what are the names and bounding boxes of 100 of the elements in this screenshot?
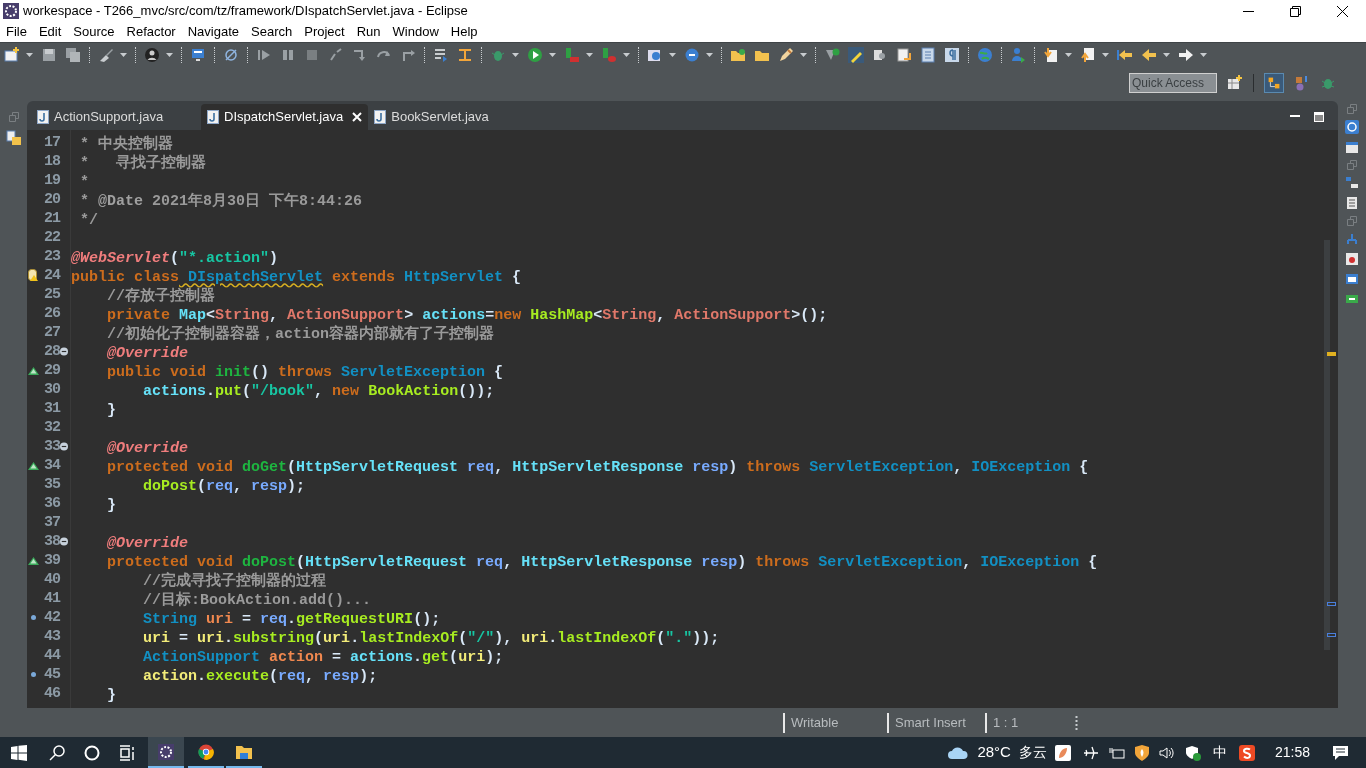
code-line: @Override bbox=[106, 535, 189, 552]
airplane-icon[interactable] bbox=[1082, 744, 1099, 761]
menu-item[interactable]: Run bbox=[356, 22, 381, 42]
occurrence-dot-icon[interactable] bbox=[31, 672, 36, 677]
fold-icon[interactable] bbox=[60, 442, 68, 451]
shield-icon[interactable] bbox=[1134, 744, 1149, 761]
code-line: public void init() throws ServletException { bbox=[106, 364, 504, 381]
progress-icon[interactable] bbox=[1345, 292, 1359, 306]
disconnect-icon[interactable] bbox=[328, 46, 344, 63]
sogou-icon[interactable] bbox=[1238, 744, 1255, 761]
quick-access-field[interactable]: Quick Access bbox=[1129, 73, 1217, 93]
menu-item[interactable]: Project bbox=[304, 22, 345, 42]
dropdown-caret-icon[interactable] bbox=[1102, 52, 1109, 57]
restore-icon[interactable] bbox=[1290, 5, 1301, 17]
next-annotation-icon[interactable] bbox=[1043, 46, 1059, 63]
menu-item[interactable]: Help bbox=[450, 22, 478, 42]
save-all-icon[interactable] bbox=[65, 46, 81, 63]
run-icon[interactable] bbox=[527, 46, 543, 63]
security-icon[interactable] bbox=[1184, 744, 1201, 761]
override-triangle-icon[interactable] bbox=[28, 366, 39, 375]
menu-item[interactable]: Refactor bbox=[126, 22, 176, 42]
dropdown-caret-icon[interactable] bbox=[1200, 52, 1207, 57]
whitespace-icon[interactable] bbox=[944, 46, 960, 63]
menu-item[interactable]: Window bbox=[392, 22, 439, 42]
drag-handle-icon[interactable] bbox=[1075, 715, 1078, 730]
cortana-icon[interactable] bbox=[84, 744, 100, 761]
task-view-icon[interactable] bbox=[119, 744, 135, 761]
clock-text[interactable]: 21:58 bbox=[1274, 742, 1310, 763]
fold-icon[interactable] bbox=[60, 537, 68, 546]
annotation-icon[interactable] bbox=[896, 46, 912, 63]
input-method-text[interactable]: 中 bbox=[1212, 742, 1227, 763]
block-select-icon[interactable] bbox=[920, 46, 936, 63]
editor-tab[interactable]: ActionSupport.java bbox=[31, 104, 201, 130]
warning-lightbulb-icon[interactable] bbox=[28, 269, 39, 282]
override-triangle-icon[interactable] bbox=[28, 461, 39, 470]
dropdown-caret-icon[interactable] bbox=[669, 52, 676, 57]
dropdown-caret-icon[interactable] bbox=[800, 52, 807, 57]
occurrence-marker[interactable] bbox=[1327, 633, 1336, 637]
dropdown-caret-icon[interactable] bbox=[706, 52, 713, 57]
dropdown-caret-icon[interactable] bbox=[623, 52, 630, 57]
dropdown-caret-icon[interactable] bbox=[586, 52, 593, 57]
search-icon[interactable] bbox=[49, 744, 65, 761]
dropdown-caret-icon[interactable] bbox=[512, 52, 519, 57]
open-perspective-icon[interactable] bbox=[1227, 75, 1243, 91]
forward-icon[interactable] bbox=[1178, 46, 1194, 63]
terminal-icon[interactable] bbox=[190, 46, 206, 63]
person-icon[interactable] bbox=[144, 46, 160, 63]
cloud-icon[interactable] bbox=[947, 745, 970, 760]
maximize-icon[interactable] bbox=[1314, 112, 1324, 122]
person-arrow-icon[interactable] bbox=[1010, 46, 1026, 63]
menu-item[interactable]: Edit bbox=[38, 22, 62, 42]
close-icon[interactable] bbox=[1337, 5, 1348, 17]
line-number: 25 bbox=[43, 285, 60, 304]
save-icon[interactable] bbox=[41, 46, 57, 63]
menu-item[interactable]: Source bbox=[73, 22, 115, 42]
skip-breakpoints-icon[interactable] bbox=[223, 46, 239, 63]
notification-icon[interactable] bbox=[1332, 744, 1349, 761]
app-tray-icon[interactable] bbox=[1054, 744, 1071, 761]
dropdown-caret-icon[interactable] bbox=[120, 52, 127, 57]
open-folder-icon[interactable] bbox=[730, 46, 746, 63]
highlight-icon[interactable] bbox=[848, 46, 864, 63]
step-filter-icon[interactable] bbox=[457, 46, 473, 63]
editor-tab[interactable]: BookServlet.java bbox=[368, 104, 539, 130]
menu-item[interactable]: Navigate bbox=[187, 22, 239, 42]
menu-item[interactable]: Search bbox=[251, 22, 293, 42]
brush-icon[interactable] bbox=[98, 46, 114, 63]
console-icon[interactable] bbox=[1345, 272, 1359, 286]
package-explorer-icon[interactable] bbox=[5, 130, 22, 146]
problems-icon[interactable] bbox=[1345, 252, 1359, 266]
code-line: @Override bbox=[106, 345, 189, 362]
dropdown-caret-icon[interactable] bbox=[549, 52, 556, 57]
globe-icon[interactable] bbox=[977, 46, 993, 63]
web-service-icon[interactable] bbox=[684, 46, 700, 63]
previous-annotation-icon[interactable] bbox=[1080, 46, 1096, 63]
new-icon[interactable] bbox=[4, 46, 20, 63]
warning-marker[interactable] bbox=[1327, 352, 1336, 356]
java-perspective-icon[interactable] bbox=[1264, 73, 1284, 93]
outline-icon[interactable] bbox=[1345, 176, 1359, 190]
windows-start-icon[interactable] bbox=[11, 744, 27, 761]
eclipse-taskbar-button[interactable] bbox=[148, 737, 184, 768]
code-line: //初始化子控制器容器，action容器内部就有了子控制器 bbox=[106, 326, 495, 343]
task-list-icon[interactable] bbox=[1345, 196, 1359, 210]
occurrence-marker[interactable] bbox=[1327, 602, 1336, 606]
occurrence-dot-icon[interactable] bbox=[31, 615, 36, 620]
volume-icon[interactable] bbox=[1158, 744, 1175, 761]
override-triangle-icon[interactable] bbox=[28, 556, 39, 565]
menu-item[interactable]: File bbox=[6, 22, 27, 42]
editor-tab[interactable]: DIspatchServlet.java bbox=[201, 104, 369, 130]
line-number: 19 bbox=[43, 171, 60, 190]
pencil-icon[interactable] bbox=[778, 46, 794, 63]
dropdown-caret-icon[interactable] bbox=[26, 52, 33, 57]
back-icon[interactable] bbox=[1141, 46, 1157, 63]
drop-to-frame-icon[interactable] bbox=[433, 46, 449, 63]
fold-icon[interactable] bbox=[60, 347, 68, 356]
dropdown-caret-icon[interactable] bbox=[1065, 52, 1072, 57]
dropdown-caret-icon[interactable] bbox=[1163, 52, 1170, 57]
dropdown-caret-icon[interactable] bbox=[166, 52, 173, 57]
window-icon[interactable] bbox=[1345, 140, 1359, 154]
scrollbar[interactable] bbox=[1324, 240, 1330, 650]
help-icon[interactable] bbox=[1345, 120, 1359, 134]
